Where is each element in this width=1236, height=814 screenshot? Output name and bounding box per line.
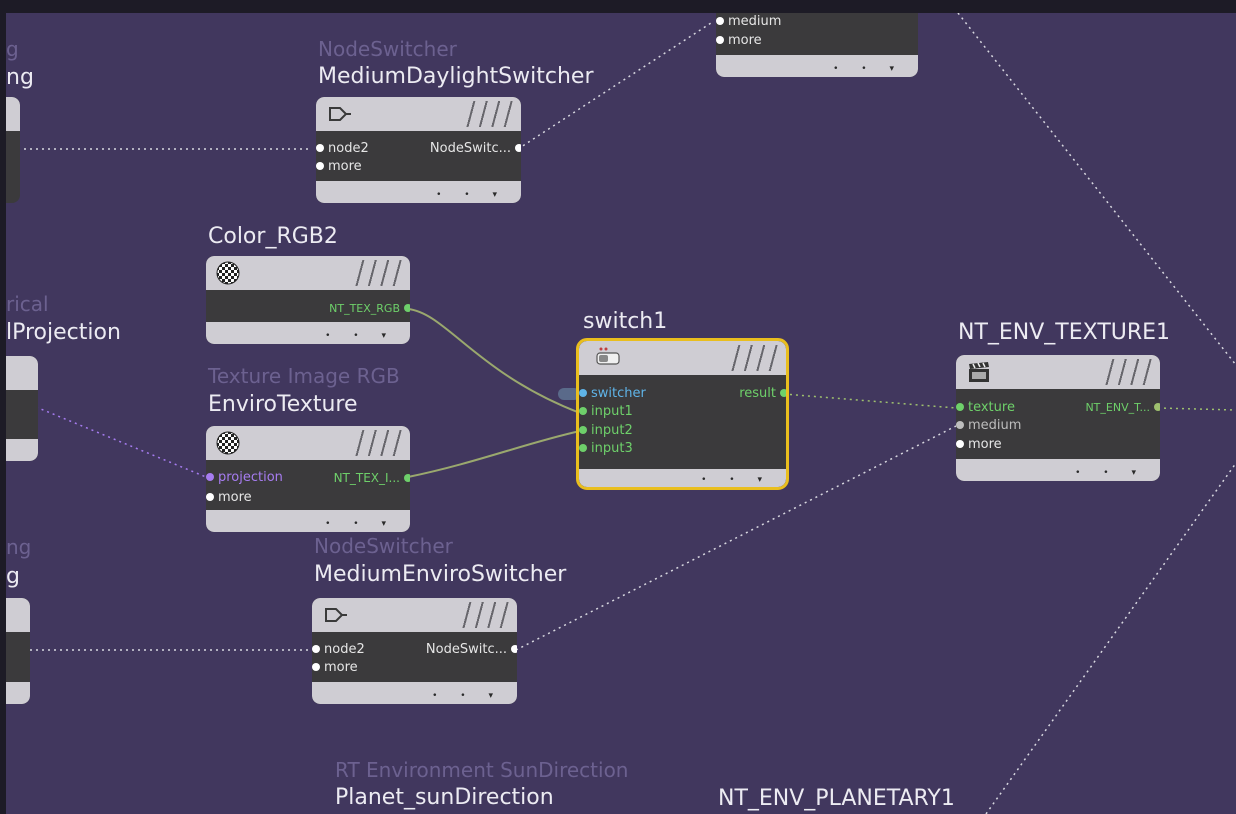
switch-plug-icon [325,608,347,622]
left-bottom-node[interactable] [6,598,30,704]
nt-env-texture1-node[interactable]: texture medium more NT_ENV_T... • • ▾ [956,355,1160,481]
left-bottom-node-name: g [6,564,20,589]
clapperboard-icon [969,362,989,382]
port-label: texture [968,400,1015,415]
enviro-texture-name: EnviroTexture [208,392,358,417]
wire-env-texture-out [1157,407,1236,411]
port-texture[interactable]: texture [956,400,1015,416]
checker-ball-icon [216,261,240,285]
wire-envirotexture-to-switch1 [407,430,581,478]
node-footer-controls[interactable]: • • ▾ [432,691,503,701]
port-medium[interactable]: medium [716,14,781,30]
port-label: result [739,386,776,401]
daylight-switcher-name: MediumDaylightSwitcher [318,64,594,89]
port-medium[interactable]: medium [956,418,1021,434]
enviro-texture-node[interactable]: projection more NT_TEX_I... • • ▾ [206,426,410,532]
node-header-stripes [459,602,511,628]
node-footer-controls[interactable]: • • ▾ [1075,468,1146,478]
nt-env-planetary1-name: NT_ENV_PLANETARY1 [718,786,955,811]
port-label: more [328,159,362,174]
wire-switch1-to-env-texture [783,393,957,409]
port-label: node2 [324,642,365,657]
enviro-texture-type: Texture Image RGB [208,364,400,388]
node-header-stripes [728,345,780,371]
port-input1[interactable]: input1 [579,404,633,420]
port-more[interactable]: more [716,33,762,49]
left-top-node[interactable] [6,97,20,203]
switch1-node[interactable]: switcher input1 input2 input3 result • •… [576,338,789,490]
left-mid-node-type: rical [6,292,49,316]
env-texture1-name: NT_ENV_TEXTURE1 [958,320,1171,345]
port-result[interactable]: result [739,386,786,402]
port-node2[interactable]: node2 [316,141,369,157]
port-switcher[interactable]: switcher [579,386,646,402]
planet-sun-direction-name: Planet_sunDirection [335,785,554,810]
port-node2[interactable]: node2 [312,642,365,658]
left-top-node-type: g [6,37,19,61]
port-label: NodeSwitc... [425,642,507,657]
port-label: more [968,437,1002,452]
port-label: medium [968,418,1022,433]
switch-plug-icon [329,107,351,121]
port-label: NT_TEX_I... [333,471,400,485]
port-label: NT_TEX_RGB [329,302,400,315]
switch1-name: switch1 [583,309,668,334]
left-mid-node-name: lProjection [6,320,121,345]
port-more[interactable]: more [956,437,1002,453]
port-more[interactable]: more [312,660,358,676]
wire-diagonal-bottom-right [985,462,1236,814]
wire-color-rgb2-to-switch1 [407,308,581,414]
daylight-switcher-type: NodeSwitcher [318,37,457,61]
left-bottom-node-type: ng [6,535,32,559]
switch-icon [596,347,620,365]
port-output[interactable]: NT_TEX_RGB [329,301,410,317]
port-more[interactable]: more [316,159,362,175]
medium-enviro-switcher-node[interactable]: node2 more NodeSwitc... • • ▾ [312,598,517,704]
port-more[interactable]: more [206,490,252,506]
color-rgb2-node[interactable]: NT_TEX_RGB • • ▾ [206,256,410,344]
port-output[interactable]: NT_ENV_T... [1085,400,1160,416]
node-footer-controls[interactable]: • • ▾ [701,475,772,485]
node-header-stripes [352,260,404,286]
port-label: NodeSwitc... [429,141,511,156]
port-label: medium [728,14,782,29]
port-label: more [728,33,762,48]
port-label: projection [218,470,283,485]
node-footer-controls[interactable]: • • ▾ [833,64,904,74]
port-label: NT_ENV_T... [1085,401,1150,414]
port-label: more [324,660,358,675]
port-output[interactable]: NodeSwitc... [426,642,517,658]
wire-diagonal-top-right [957,13,1236,366]
port-label: input1 [591,404,633,419]
switcher-input-tab[interactable] [558,388,580,400]
wire-left-mid-to-projection [35,406,207,478]
left-top-node-name: ng [6,65,34,90]
medium-daylight-switcher-node[interactable]: node2 more NodeSwitc... • • ▾ [316,97,521,203]
port-label: node2 [328,141,369,156]
port-input3[interactable]: input3 [579,441,633,457]
checker-ball-icon [216,431,240,455]
color-rgb2-name: Color_RGB2 [208,224,338,249]
port-label: more [218,490,252,505]
planet-sun-direction-type: RT Environment SunDirection [335,758,629,782]
port-output[interactable]: NodeSwitc... [430,141,521,157]
top-partial-node[interactable]: medium more • • ▾ [716,13,918,77]
left-mid-node[interactable] [6,356,38,461]
node-graph-canvas[interactable]: g ng rical lProjection ng g medium more … [6,13,1236,814]
node-footer-controls[interactable]: • • ▾ [436,190,507,200]
enviro-switcher-type: NodeSwitcher [314,534,453,558]
port-label: switcher [591,386,646,401]
port-output[interactable]: NT_TEX_I... [334,470,410,487]
node-header-stripes [463,101,515,127]
port-input2[interactable]: input2 [579,423,633,439]
port-label: input3 [591,441,633,456]
node-header-stripes [352,430,404,456]
enviro-switcher-name: MediumEnviroSwitcher [314,562,567,587]
port-projection[interactable]: projection [206,470,283,486]
node-footer-controls[interactable]: • • ▾ [325,331,396,341]
node-footer-controls[interactable]: • • ▾ [325,519,396,529]
port-label: input2 [591,423,633,438]
node-header-stripes [1102,359,1154,385]
